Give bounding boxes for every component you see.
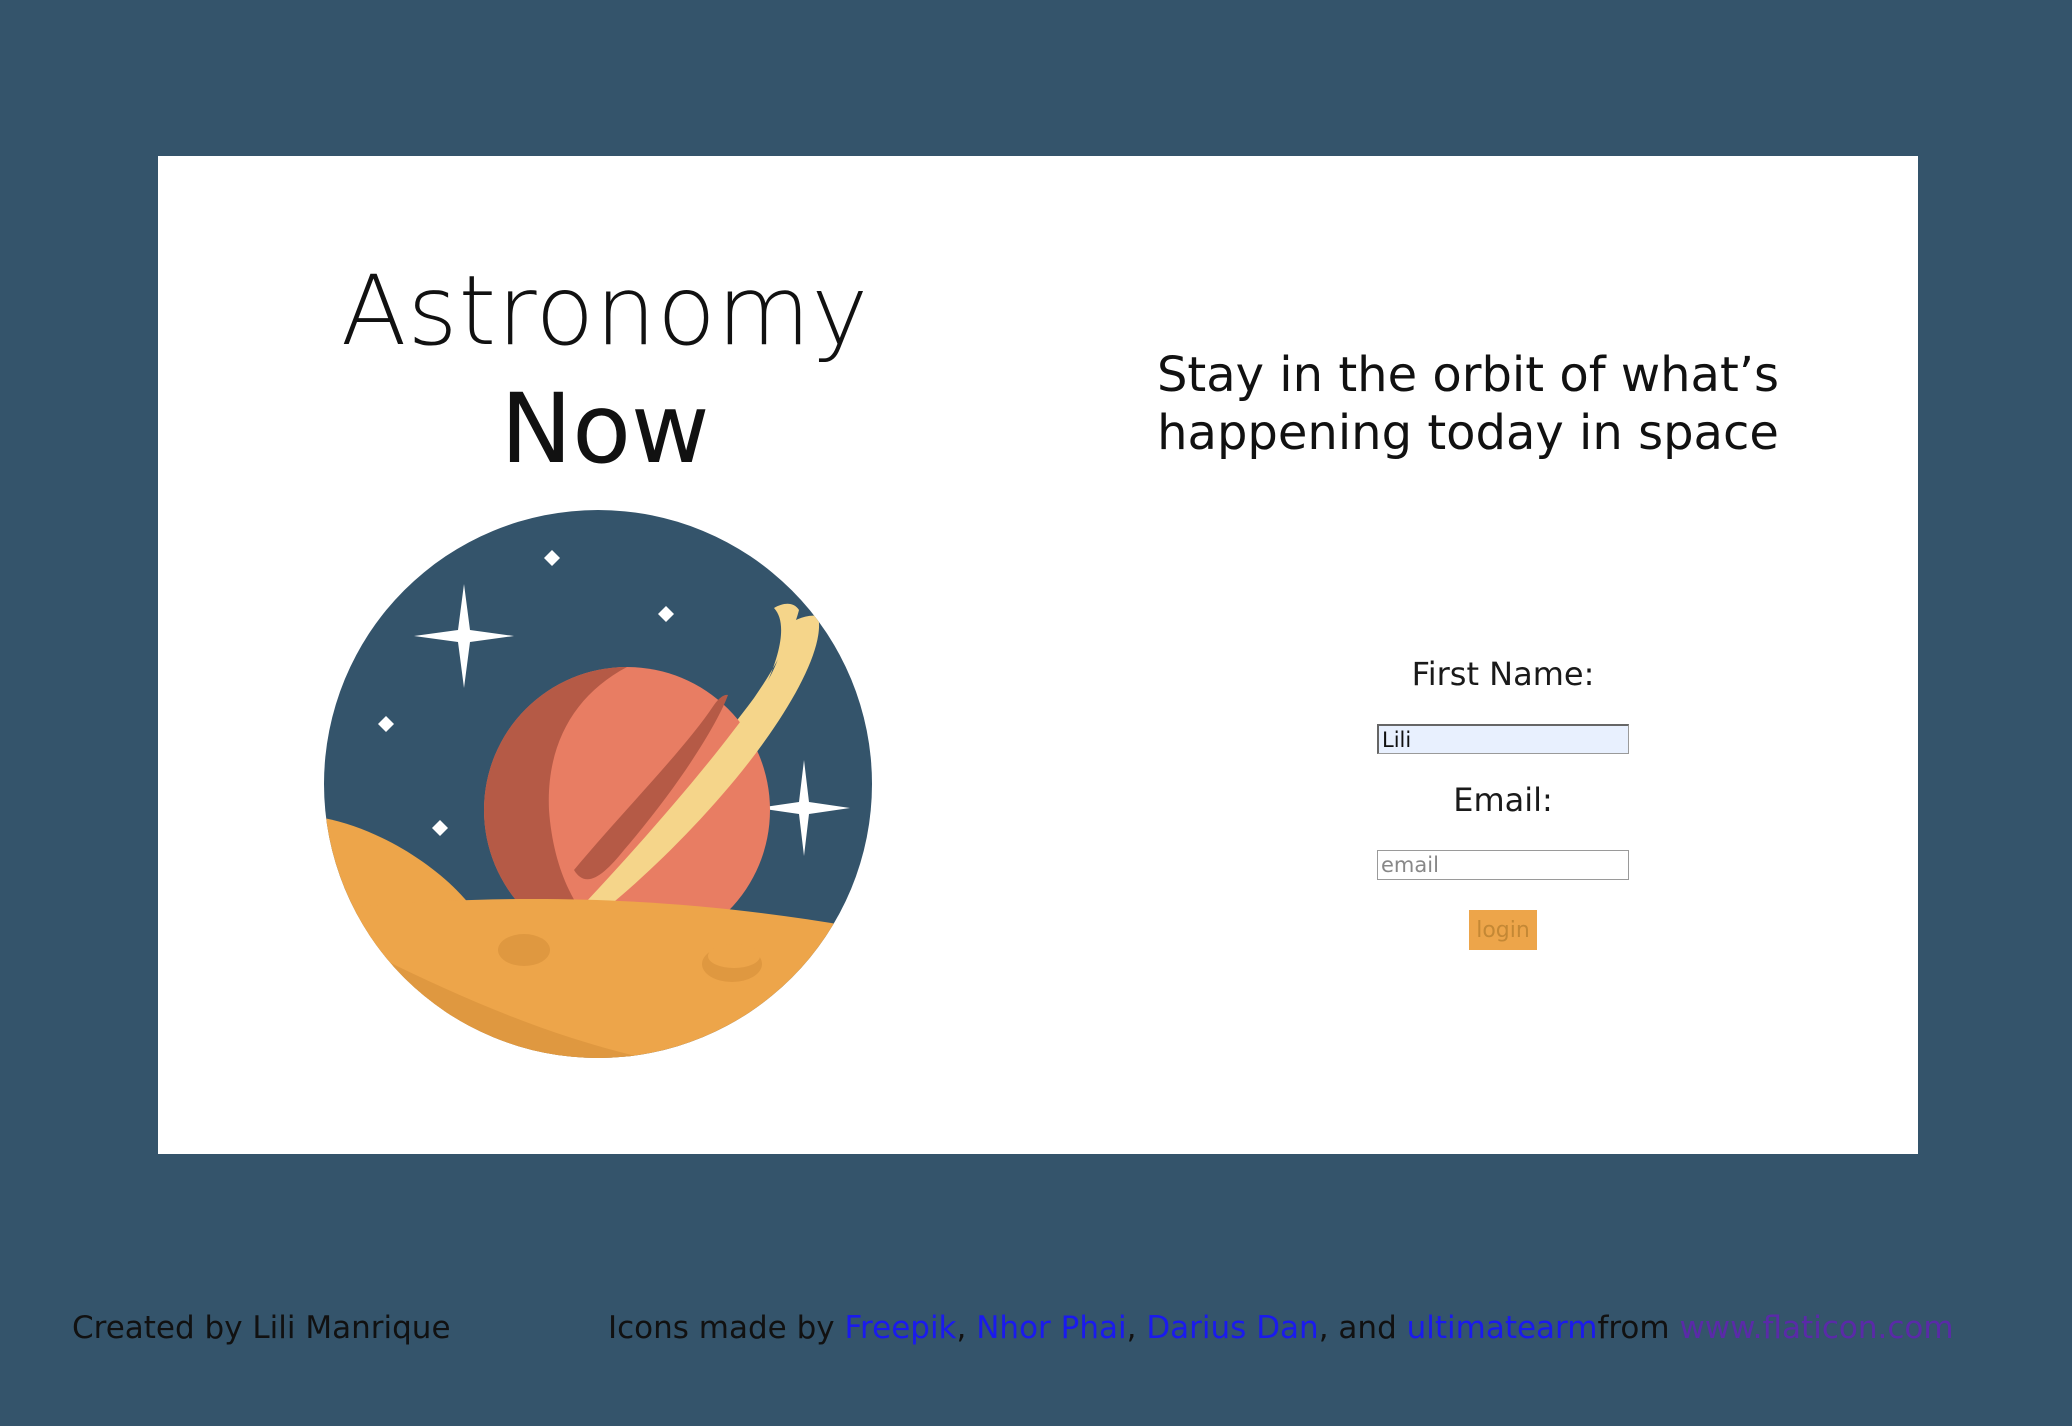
attribution-separator-1: , bbox=[956, 1310, 977, 1346]
brand-title-line1: Astronomy bbox=[340, 255, 870, 367]
login-card: Astronomy Now Stay in the orbit of what’… bbox=[158, 156, 1918, 1154]
freepik-link[interactable]: Freepik bbox=[844, 1310, 956, 1346]
first-name-input[interactable] bbox=[1377, 724, 1629, 754]
email-input[interactable] bbox=[1377, 850, 1629, 880]
footer-credit: Created by Lili Manrique bbox=[72, 1310, 451, 1346]
first-name-label: First Name: bbox=[1411, 655, 1595, 693]
footer: Created by Lili Manrique Icons made by F… bbox=[0, 1310, 2072, 1354]
attribution-from: from bbox=[1597, 1310, 1680, 1346]
attribution-separator-2: , bbox=[1126, 1310, 1147, 1346]
ultimatearm-link[interactable]: ultimatearm bbox=[1407, 1310, 1598, 1346]
brand-title-line2: Now bbox=[500, 373, 710, 485]
icon-attribution: Icons made by Freepik, Nhor Phai, Darius… bbox=[608, 1310, 1954, 1346]
nhor-phai-link[interactable]: Nhor Phai bbox=[976, 1310, 1126, 1346]
tagline-line1: Stay in the orbit of what’s bbox=[1156, 347, 1780, 403]
tagline: Stay in the orbit of what’s happening to… bbox=[1098, 346, 1838, 462]
attribution-separator-3: , and bbox=[1318, 1310, 1407, 1346]
email-label: Email: bbox=[1453, 781, 1553, 819]
login-form: First Name: Email: login bbox=[1293, 654, 1713, 950]
planet-illustration-icon bbox=[324, 510, 872, 1058]
brand-title: Astronomy Now bbox=[330, 252, 880, 488]
darius-dan-link[interactable]: Darius Dan bbox=[1146, 1310, 1318, 1346]
flaticon-link[interactable]: www.flaticon.com bbox=[1679, 1310, 1953, 1346]
attribution-prefix: Icons made by bbox=[608, 1310, 845, 1346]
tagline-line2: happening today in space bbox=[1157, 405, 1779, 461]
login-button[interactable]: login bbox=[1469, 910, 1537, 950]
